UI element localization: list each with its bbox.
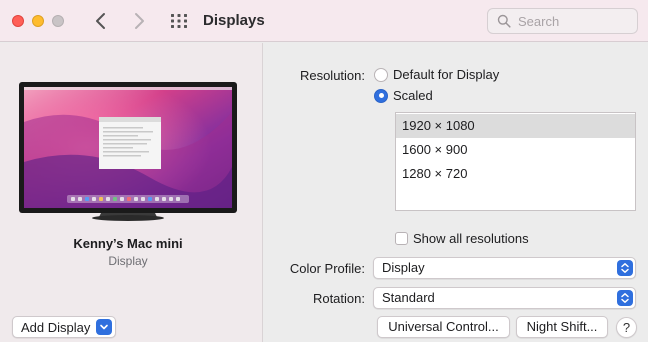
up-down-chevron-icon: [617, 260, 633, 276]
list-item[interactable]: 1280 × 720: [396, 162, 635, 186]
show-all-grid-button[interactable]: [170, 14, 188, 28]
list-item[interactable]: 1920 × 1080: [396, 114, 635, 138]
select-value: Standard: [382, 290, 435, 305]
display-name: Kenny’s Mac mini: [73, 236, 183, 251]
radio-label: Default for Display: [393, 67, 500, 82]
radio-scaled[interactable]: Scaled: [374, 88, 433, 103]
display-type: Display: [108, 254, 148, 268]
chevron-down-icon: [96, 319, 113, 335]
rotation-select[interactable]: Standard: [373, 287, 636, 309]
window-title: Displays: [203, 12, 265, 29]
radio-button-selected[interactable]: [374, 88, 388, 103]
back-button[interactable]: [92, 11, 110, 31]
night-shift-button[interactable]: Night Shift...: [516, 316, 608, 338]
color-profile-label: Color Profile:: [289, 261, 365, 276]
chevron-right-icon: [135, 13, 144, 29]
universal-control-button[interactable]: Universal Control...: [377, 316, 510, 338]
checkbox-label: Show all resolutions: [413, 231, 529, 246]
forward-button[interactable]: [130, 11, 148, 31]
up-down-chevron-icon: [617, 290, 633, 306]
select-value: Display: [382, 260, 425, 275]
radio-label: Scaled: [393, 88, 433, 103]
color-profile-select[interactable]: Display: [373, 257, 636, 279]
search-field[interactable]: [487, 8, 638, 34]
radio-button[interactable]: [374, 67, 388, 82]
add-display-label: Add Display: [21, 319, 91, 335]
show-all-resolutions-checkbox-row[interactable]: Show all resolutions: [395, 231, 529, 246]
radio-default-for-display[interactable]: Default for Display: [374, 67, 499, 82]
rotation-label: Rotation:: [312, 291, 365, 306]
search-input[interactable]: [518, 13, 628, 29]
display-settings-pane: Resolution: Default for Display Scaled 1…: [264, 43, 648, 342]
checkbox[interactable]: [395, 232, 408, 245]
grid-icon: [171, 14, 187, 28]
search-icon: [497, 14, 511, 28]
list-item[interactable]: 1600 × 900: [396, 138, 635, 162]
help-button[interactable]: ?: [616, 317, 637, 338]
zoom-window-button[interactable]: [52, 15, 64, 27]
chevron-left-icon: [96, 13, 105, 29]
display-thumbnail: [19, 82, 237, 221]
resolution-list[interactable]: 1920 × 1080 1600 × 900 1280 × 720: [395, 112, 636, 211]
window-toolbar: Displays: [0, 0, 648, 42]
minimize-window-button[interactable]: [32, 15, 44, 27]
display-arrangement-pane: Kenny’s Mac mini Display Add Display: [0, 43, 263, 342]
close-window-button[interactable]: [12, 15, 24, 27]
resolution-label: Resolution:: [299, 68, 365, 83]
add-display-button[interactable]: Add Display: [12, 316, 117, 338]
